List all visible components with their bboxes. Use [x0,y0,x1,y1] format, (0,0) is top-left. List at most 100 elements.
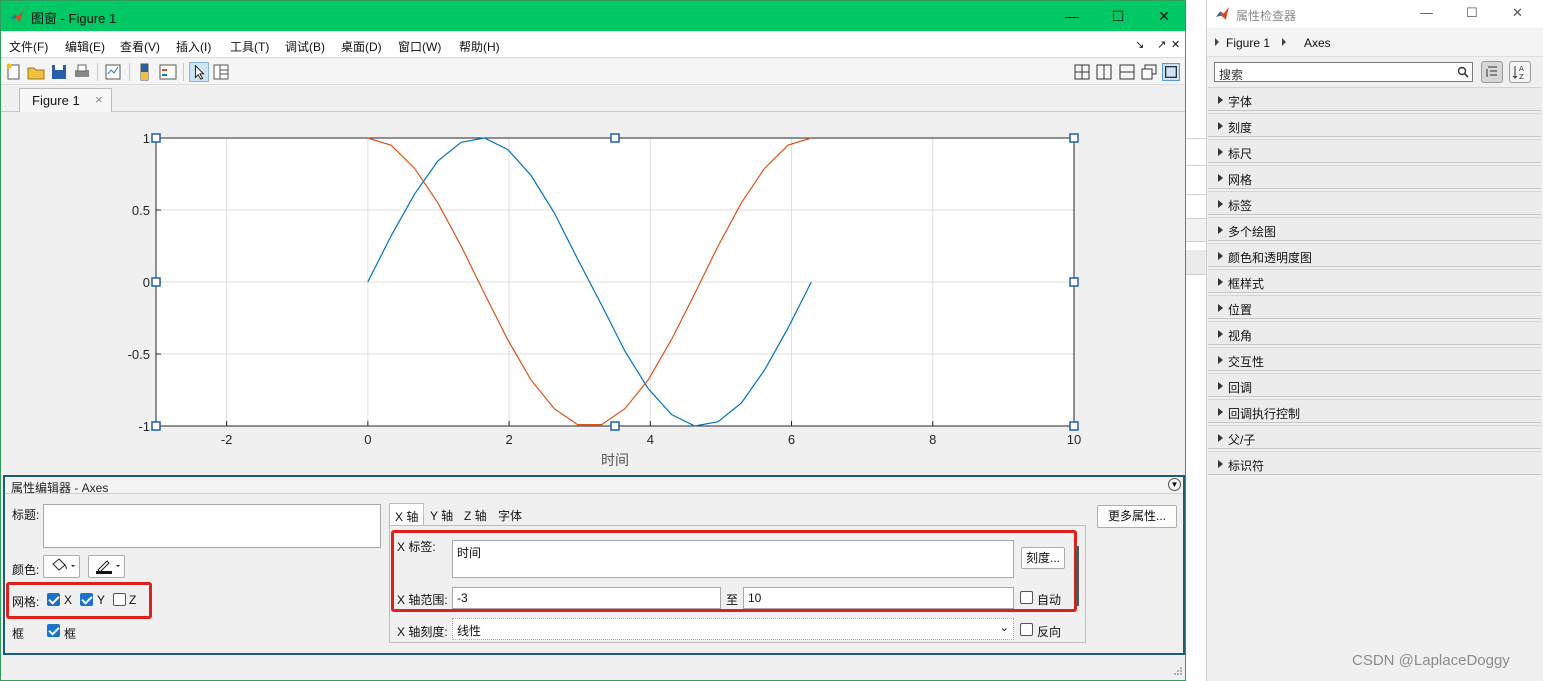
selection-handle[interactable] [610,133,620,143]
menu-help[interactable]: 帮助(H) [459,38,500,55]
x-range-max-input[interactable]: 10 [743,587,1014,609]
title-input[interactable] [43,504,381,548]
reverse-checkbox[interactable] [1020,623,1033,636]
inspector-section-2[interactable]: 标尺 [1208,139,1541,163]
inspector-section-11[interactable]: 回调 [1208,373,1541,397]
selection-handle[interactable] [151,133,161,143]
collapse-panel-icon[interactable]: ▼ [1168,478,1181,491]
figure-window: 图窗 - Figure 1 — ☐ ✕ 文件(F) 编辑(E) 查看(V) 插入… [0,0,1186,681]
tile-layout-icon[interactable] [1073,63,1091,81]
inspector-section-13[interactable]: 父/子 [1208,425,1541,449]
maximize-layout-icon[interactable] [1162,63,1180,81]
menu-debug[interactable]: 调试(B) [285,38,325,55]
line-chart[interactable]: -2 0 2 4 6 8 10 -1 -0.5 0 0.5 1 时间 [1,113,1185,473]
close-button[interactable]: ✕ [1141,1,1187,31]
grid-x-checkbox[interactable] [47,593,60,606]
inspector-titlebar[interactable]: 属性检查器 — ☐ ✕ [1207,0,1543,28]
maximize-button[interactable]: ☐ [1095,1,1141,31]
float-layout-icon[interactable] [1140,63,1158,81]
x-label-input[interactable]: 时间 [452,540,1014,578]
box-checkbox[interactable] [47,624,60,637]
menu-bar: 文件(F) 编辑(E) 查看(V) 插入(I) 工具(T) 调试(B) 桌面(D… [1,32,1185,58]
save-icon[interactable] [49,62,69,82]
menu-edit[interactable]: 编辑(E) [65,38,105,55]
inspector-section-0[interactable]: 字体 [1208,87,1541,111]
auto-checkbox[interactable] [1020,591,1033,604]
left-right-layout-icon[interactable] [1095,63,1113,81]
edit-plot-pointer-icon[interactable] [189,62,209,82]
inspector-section-label: 标签 [1228,199,1253,213]
panel-scrollbar[interactable] [1075,546,1079,606]
resize-grip-icon[interactable] [1173,665,1183,675]
expand-arrow-icon [1218,226,1223,234]
inspector-section-7[interactable]: 框样式 [1208,269,1541,293]
expand-arrow-icon [1218,148,1223,156]
menu-close-icon[interactable]: ✕ [1171,38,1180,51]
inspector-close-button[interactable]: ✕ [1512,5,1523,21]
more-properties-button[interactable]: 更多属性... [1097,505,1177,528]
menu-view[interactable]: 查看(V) [120,38,160,55]
selection-handle[interactable] [151,277,161,287]
inspector-section-9[interactable]: 视角 [1208,321,1541,345]
inspector-section-3[interactable]: 网格 [1208,165,1541,189]
selection-handle[interactable] [610,421,620,431]
edge-color-button[interactable] [88,555,125,578]
inspector-search-input[interactable]: 搜索 [1214,62,1473,82]
selection-handle[interactable] [151,421,161,431]
figure-titlebar[interactable]: 图窗 - Figure 1 — ☐ ✕ [1,1,1185,31]
x-range-min-input[interactable]: -3 [452,587,721,609]
menu-insert[interactable]: 插入(I) [176,38,211,55]
property-editor-icon[interactable] [211,62,231,82]
menu-desktop[interactable]: 桌面(D) [341,38,382,55]
legend-icon[interactable] [158,62,178,82]
y-tick-label: 0.5 [132,203,150,218]
inspector-section-4[interactable]: 标签 [1208,191,1541,215]
inspector-section-12[interactable]: 回调执行控制 [1208,399,1541,423]
y-tick-label: -0.5 [128,347,150,362]
x-label-label: X 标签: [397,540,436,554]
x-scale-select[interactable]: 线性 ⌄ [452,618,1014,640]
inspector-section-label: 回调 [1228,381,1253,395]
tab-y-axis[interactable]: Y 轴 [425,503,458,525]
sort-alphabetical-icon[interactable]: AZ [1509,61,1531,83]
undock-arrow-icon[interactable]: ↗ [1157,38,1166,51]
selection-handle[interactable] [1069,421,1079,431]
tab-figure-1[interactable]: Figure 1 × [19,88,112,112]
inspector-section-10[interactable]: 交互性 [1208,347,1541,371]
auto-label: 自动 [1037,593,1062,607]
tab-z-axis[interactable]: Z 轴 [459,503,492,525]
svg-text:A: A [1519,65,1524,73]
inspector-section-6[interactable]: 颜色和透明度图 [1208,243,1541,267]
inspector-maximize-button[interactable]: ☐ [1466,5,1478,21]
inspector-minimize-button[interactable]: — [1420,5,1433,20]
link-plot-icon[interactable] [103,62,123,82]
inspector-section-5[interactable]: 多个绘图 [1208,217,1541,241]
grid-z-checkbox[interactable] [113,593,126,606]
selection-handle[interactable] [1069,133,1079,143]
open-file-icon[interactable] [26,62,46,82]
inspector-section-8[interactable]: 位置 [1208,295,1541,319]
tab-font[interactable]: 字体 [493,503,527,525]
colorbar-icon[interactable] [135,62,155,82]
breadcrumb-figure[interactable]: Figure 1 [1226,36,1270,50]
categorized-view-icon[interactable] [1481,61,1503,83]
property-editor-title: 属性编辑器 - Axes [11,481,109,495]
new-figure-icon[interactable] [4,62,24,82]
close-tab-icon[interactable]: × [95,92,103,107]
menu-window[interactable]: 窗口(W) [398,38,441,55]
minimize-button[interactable]: — [1049,1,1095,31]
tab-x-axis[interactable]: X 轴 [389,503,425,525]
menu-file[interactable]: 文件(F) [9,38,48,55]
grid-y-checkbox[interactable] [80,593,93,606]
print-icon[interactable] [72,62,92,82]
inspector-section-1[interactable]: 刻度 [1208,113,1541,137]
breadcrumb-axes[interactable]: Axes [1304,36,1331,50]
selection-handle[interactable] [1069,277,1079,287]
menu-tools[interactable]: 工具(T) [230,38,269,55]
face-color-button[interactable] [43,555,80,578]
ticks-button[interactable]: 刻度... [1021,547,1065,569]
dock-arrow-icon[interactable]: ↘ [1135,38,1144,51]
inspector-section-14[interactable]: 标识符 [1208,451,1541,475]
top-bottom-layout-icon[interactable] [1118,63,1136,81]
box-label: 框 [12,627,25,641]
